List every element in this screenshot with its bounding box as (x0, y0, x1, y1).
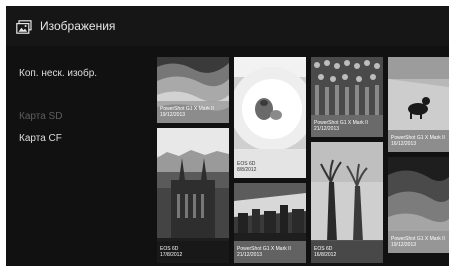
photo-date-label: 16/12/2013 (391, 141, 417, 147)
sd-card-menu-item: Карта SD (19, 111, 63, 122)
photo-date-label: 16/8/2012 (314, 252, 337, 258)
photo-caption: PowerShot G1 X Mark II 21/12/2013 (311, 115, 383, 137)
photo-date-label: 8/8/2012 (237, 167, 257, 173)
photo-caption: EOS 6D 8/8/2012 (234, 156, 306, 178)
photo-tile-desert-dunes[interactable]: PowerShot G1 X Mark II 19/12/2013 (388, 157, 449, 253)
photo-tile-city-skyline[interactable]: PowerShot G1 X Mark II 21/12/2013 (234, 183, 306, 263)
gallery-icon (16, 20, 32, 34)
photo-caption: EOS 6D 16/8/2012 (311, 241, 383, 263)
photo-date-label: 19/12/2013 (391, 242, 417, 248)
photo-date-label: 19/12/2013 (160, 112, 186, 118)
photo-tile-dessert-plate[interactable]: EOS 6D 8/8/2012 (234, 57, 306, 178)
cf-card-menu-item[interactable]: Карта CF (19, 133, 62, 144)
page-title: Изображения (40, 19, 116, 33)
photo-tile-dog-on-pavement[interactable]: PowerShot G1 X Mark II 16/12/2013 (388, 57, 449, 152)
photo-caption: EOS 6D 17/8/2012 (157, 241, 229, 263)
header-bar: Изображения (6, 6, 449, 46)
photo-date-label: 17/8/2012 (160, 252, 183, 258)
photo-caption: PowerShot G1 X Mark II 21/12/2013 (234, 241, 306, 263)
photo-caption: PowerShot G1 X Mark II 16/12/2013 (388, 130, 449, 152)
tv-screen: Изображения Коп. неск. изобр. Карта SD К… (6, 6, 449, 266)
photo-tile-baobab-trees[interactable]: EOS 6D 16/8/2012 (311, 142, 383, 263)
photo-caption: PowerShot G1 X Mark II 19/12/2013 (388, 231, 449, 253)
photo-date-label: 21/12/2013 (237, 252, 263, 258)
copy-multiple-images-menu-item[interactable]: Коп. неск. изобр. (19, 68, 97, 79)
photo-tile-sand-dunes[interactable]: PowerShot G1 X Mark II 19/12/2013 (157, 57, 229, 123)
photo-caption: PowerShot G1 X Mark II 19/12/2013 (157, 101, 229, 123)
photo-tile-market-stall[interactable]: PowerShot G1 X Mark II 21/12/2013 (311, 57, 383, 137)
photo-tile-city-cathedral[interactable]: EOS 6D 17/8/2012 (157, 128, 229, 263)
photo-date-label: 21/12/2013 (314, 126, 340, 132)
